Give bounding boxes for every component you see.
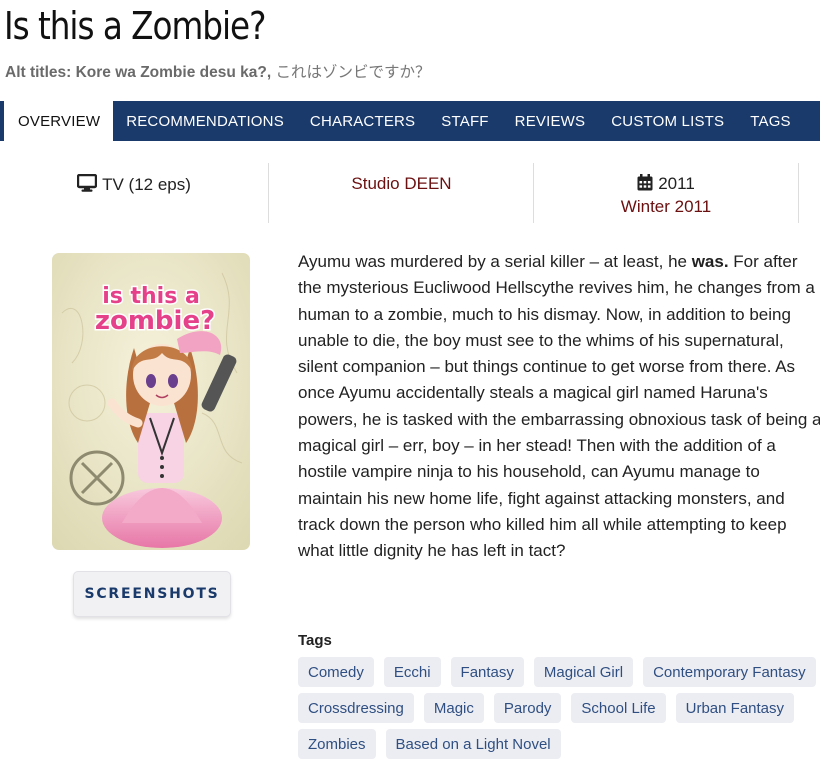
- tag-magical-girl[interactable]: Magical Girl: [533, 657, 634, 687]
- alt-titles-label: Alt titles: Kore wa Zombie desu ka?,: [5, 64, 272, 81]
- tag-fantasy[interactable]: Fantasy: [450, 657, 524, 687]
- tab-recommendations[interactable]: RECOMMENDATIONS: [113, 101, 297, 141]
- tag-based-on-a-light-novel[interactable]: Based on a Light Novel: [385, 729, 561, 759]
- tag-row: Comedy Ecchi Fantasy Magical Girl Contem…: [298, 657, 820, 687]
- studio-cell: Studio DEEN: [268, 163, 534, 223]
- synopsis: Ayumu was murdered by a serial killer – …: [298, 249, 820, 565]
- tag-urban-fantasy[interactable]: Urban Fantasy: [675, 693, 795, 723]
- tag-parody[interactable]: Parody: [493, 693, 562, 723]
- tag-magic[interactable]: Magic: [423, 693, 484, 723]
- tab-custom-lists[interactable]: CUSTOM LISTS: [598, 101, 737, 141]
- info-strip: TV (12 eps) Studio DEEN 2011 Winter 2011: [0, 163, 820, 223]
- synopsis-part2: For after the mysterious Eucliwood Hells…: [298, 252, 820, 561]
- screenshots-button[interactable]: SCREENSHOTS: [73, 571, 231, 617]
- page-title: Is this a Zombie?: [4, 4, 266, 48]
- tab-overview[interactable]: OVERVIEW: [4, 101, 114, 141]
- date-cell: 2011 Winter 2011: [533, 163, 799, 223]
- tag-row: Zombies Based on a Light Novel: [298, 729, 820, 759]
- studio-link[interactable]: Studio DEEN: [351, 174, 451, 193]
- season-link[interactable]: Winter 2011: [534, 197, 798, 217]
- tags-heading: Tags: [298, 632, 332, 649]
- synopsis-part1: Ayumu was murdered by a serial killer – …: [298, 252, 692, 271]
- alt-titles: Alt titles: Kore wa Zombie desu ka?, これは…: [5, 60, 430, 82]
- tag-crossdressing[interactable]: Crossdressing: [298, 693, 414, 723]
- type-cell: TV (12 eps): [0, 163, 268, 223]
- tag-contemporary-fantasy[interactable]: Contemporary Fantasy: [643, 657, 816, 687]
- media-type: TV (12 eps): [102, 175, 191, 194]
- tag-school-life[interactable]: School Life: [571, 693, 666, 723]
- tab-reviews[interactable]: REVIEWS: [502, 101, 599, 141]
- poster-logo-line2: zombie?: [95, 306, 215, 336]
- tag-comedy[interactable]: Comedy: [298, 657, 374, 687]
- tag-row: Crossdressing Magic Parody School Life U…: [298, 693, 820, 723]
- air-year: 2011: [658, 174, 695, 193]
- calendar-icon: [637, 174, 653, 196]
- poster-image[interactable]: is this a zombie?: [52, 253, 250, 550]
- monitor-icon: [76, 173, 98, 197]
- tab-bar: OVERVIEW RECOMMENDATIONS CHARACTERS STAF…: [0, 101, 820, 141]
- tag-zombies[interactable]: Zombies: [298, 729, 376, 759]
- synopsis-emphasis: was.: [691, 252, 729, 271]
- tab-staff[interactable]: STAFF: [428, 101, 501, 141]
- alt-titles-japanese: これはゾンビですか？: [275, 64, 431, 81]
- tab-characters[interactable]: CHARACTERS: [297, 101, 428, 141]
- tag-ecchi[interactable]: Ecchi: [383, 657, 441, 687]
- tab-tags[interactable]: TAGS: [737, 101, 804, 141]
- tags-list: Comedy Ecchi Fantasy Magical Girl Contem…: [298, 657, 820, 765]
